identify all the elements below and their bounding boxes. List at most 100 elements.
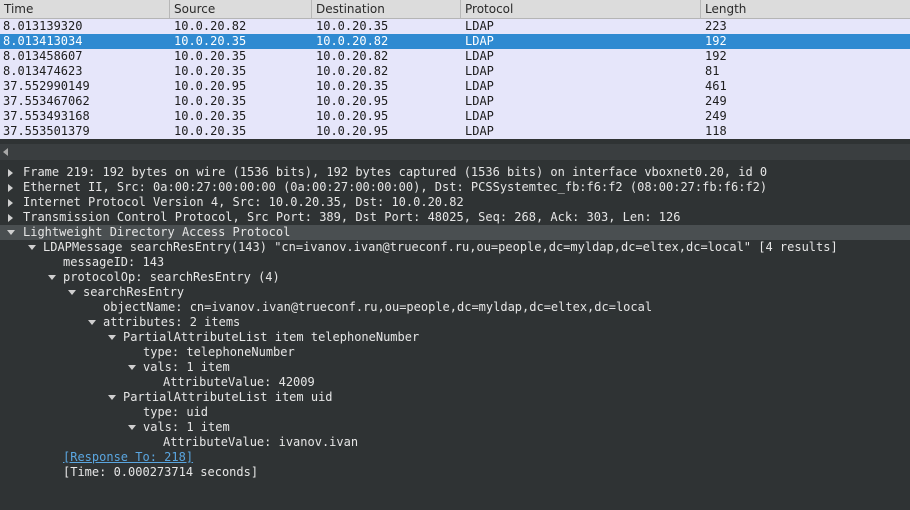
packet-row[interactable]: 37.552990149 10.0.20.95 10.0.20.35 LDAP … — [0, 79, 910, 94]
cell-source: 10.0.20.35 — [174, 49, 247, 63]
tree-node-label: PartialAttributeList item uid — [123, 390, 333, 404]
cell-length: 118 — [705, 124, 727, 138]
cell-destination: 10.0.20.82 — [316, 34, 389, 48]
response-to-link[interactable]: [Response To: 218] — [63, 450, 193, 465]
tree-node-attribute-type[interactable]: type: telephoneNumber — [0, 345, 295, 360]
collapse-arrow-icon[interactable] — [127, 420, 137, 435]
expand-arrow-icon[interactable] — [6, 210, 16, 225]
packet-row[interactable]: 8.013474623 10.0.20.35 10.0.20.82 LDAP 8… — [0, 64, 910, 79]
cell-time: 37.552990149 — [3, 79, 90, 93]
cell-destination: 10.0.20.95 — [316, 124, 389, 138]
tree-node-attribute-value[interactable]: AttributeValue: ivanov.ivan — [0, 435, 358, 450]
cell-length: 81 — [705, 64, 720, 78]
tree-node-label: attributes: 2 items — [103, 315, 241, 329]
tree-node-attribute-value[interactable]: AttributeValue: 42009 — [0, 375, 315, 390]
cell-length: 249 — [705, 109, 727, 123]
cell-protocol: LDAP — [465, 109, 494, 123]
tree-node-object-name[interactable]: objectName: cn=ivanov.ivan@trueconf.ru,o… — [0, 300, 652, 315]
tree-node-attribute-telephone[interactable]: PartialAttributeList item telephoneNumbe… — [0, 330, 419, 345]
tree-node-attributes[interactable]: attributes: 2 items — [0, 315, 240, 330]
collapse-arrow-icon[interactable] — [127, 360, 137, 375]
cell-time: 8.013458607 — [3, 49, 83, 63]
expand-arrow-icon[interactable] — [6, 165, 16, 180]
tree-node-label: vals: 1 item — [143, 420, 230, 434]
tree-node-protocol-op[interactable]: protocolOp: searchResEntry (4) — [0, 270, 280, 285]
cell-destination: 10.0.20.35 — [316, 19, 389, 33]
packet-row-selected[interactable]: 8.013413034 10.0.20.35 10.0.20.82 LDAP 1… — [0, 34, 910, 49]
packet-row[interactable]: 37.553467062 10.0.20.35 10.0.20.95 LDAP … — [0, 94, 910, 109]
column-header-source[interactable]: Source — [170, 0, 312, 18]
scroll-left-arrow-icon[interactable] — [3, 148, 8, 156]
tree-node-label: Transmission Control Protocol, Src Port:… — [23, 210, 681, 224]
packet-row[interactable]: 37.553501379 10.0.20.35 10.0.20.95 LDAP … — [0, 124, 910, 139]
tree-node-ldap-message[interactable]: LDAPMessage searchResEntry(143) "cn=ivan… — [0, 240, 838, 255]
tree-node-label: AttributeValue: ivanov.ivan — [163, 435, 359, 449]
packet-row[interactable]: 37.553493168 10.0.20.35 10.0.20.95 LDAP … — [0, 109, 910, 124]
collapse-arrow-icon[interactable] — [107, 330, 117, 345]
tree-node-label: Frame 219: 192 bytes on wire (1536 bits)… — [23, 165, 768, 179]
horizontal-scrollbar[interactable] — [0, 144, 910, 160]
packet-list-header: Time Source Destination Protocol Length — [0, 0, 910, 19]
tree-node-label: AttributeValue: 42009 — [163, 375, 315, 389]
tree-node-attribute-vals[interactable]: vals: 1 item — [0, 420, 230, 435]
cell-protocol: LDAP — [465, 79, 494, 93]
tree-node-label: Ethernet II, Src: 0a:00:27:00:00:00 (0a:… — [23, 180, 768, 194]
expand-arrow-icon[interactable] — [6, 180, 16, 195]
cell-protocol: LDAP — [465, 94, 494, 108]
column-header-length[interactable]: Length — [701, 0, 910, 18]
tree-node-label: LDAPMessage searchResEntry(143) "cn=ivan… — [43, 240, 838, 254]
cell-protocol: LDAP — [465, 49, 494, 63]
tree-node-tcp[interactable]: Transmission Control Protocol, Src Port:… — [0, 210, 680, 225]
tree-node-label: Lightweight Directory Access Protocol — [23, 225, 291, 239]
cell-protocol: LDAP — [465, 124, 494, 138]
cell-source: 10.0.20.95 — [174, 79, 247, 93]
cell-time: 8.013413034 — [3, 34, 83, 48]
collapse-arrow-icon[interactable] — [6, 225, 16, 240]
collapse-arrow-icon[interactable] — [87, 315, 97, 330]
cell-source: 10.0.20.35 — [174, 124, 247, 138]
packet-row[interactable]: 8.013458607 10.0.20.35 10.0.20.82 LDAP 1… — [0, 49, 910, 64]
tree-node-label: messageID: 143 — [63, 255, 165, 269]
column-header-protocol[interactable]: Protocol — [461, 0, 701, 18]
tree-node-label: PartialAttributeList item telephoneNumbe… — [123, 330, 420, 344]
cell-protocol: LDAP — [465, 64, 494, 78]
cell-time: 37.553501379 — [3, 124, 90, 138]
cell-protocol: LDAP — [465, 19, 494, 33]
packet-row[interactable]: 8.013139320 10.0.20.82 10.0.20.35 LDAP 2… — [0, 19, 910, 34]
tree-node-label: objectName: cn=ivanov.ivan@trueconf.ru,o… — [103, 300, 653, 314]
tree-node-message-id[interactable]: messageID: 143 — [0, 255, 164, 270]
tree-node-label: protocolOp: searchResEntry (4) — [63, 270, 280, 284]
tree-node-search-res-entry[interactable]: searchResEntry — [0, 285, 184, 300]
collapse-arrow-icon[interactable] — [107, 390, 117, 405]
cell-length: 461 — [705, 79, 727, 93]
tree-node-label: Internet Protocol Version 4, Src: 10.0.2… — [23, 195, 464, 209]
tree-node-time[interactable]: [Time: 0.000273714 seconds] — [0, 465, 258, 480]
tree-node-label: searchResEntry — [83, 285, 185, 299]
column-header-time[interactable]: Time — [0, 0, 170, 18]
tree-node-label: [Time: 0.000273714 seconds] — [63, 465, 259, 479]
cell-source: 10.0.20.35 — [174, 34, 247, 48]
cell-protocol: LDAP — [465, 34, 494, 48]
packet-list[interactable]: Time Source Destination Protocol Length … — [0, 0, 910, 139]
cell-source: 10.0.20.35 — [174, 64, 247, 78]
collapse-arrow-icon[interactable] — [67, 285, 77, 300]
expand-arrow-icon[interactable] — [6, 195, 16, 210]
collapse-arrow-icon[interactable] — [27, 240, 37, 255]
tree-node-attribute-vals[interactable]: vals: 1 item — [0, 360, 230, 375]
tree-node-frame[interactable]: Frame 219: 192 bytes on wire (1536 bits)… — [0, 165, 767, 180]
tree-node-attribute-uid[interactable]: PartialAttributeList item uid — [0, 390, 333, 405]
column-header-destination[interactable]: Destination — [312, 0, 461, 18]
cell-length: 192 — [705, 34, 727, 48]
cell-time: 8.013474623 — [3, 64, 83, 78]
tree-node-label: type: telephoneNumber — [143, 345, 295, 359]
tree-node-label: type: uid — [143, 405, 209, 419]
tree-node-label: vals: 1 item — [143, 360, 230, 374]
tree-node-ldap[interactable]: Lightweight Directory Access Protocol — [0, 225, 910, 240]
tree-node-attribute-type[interactable]: type: uid — [0, 405, 208, 420]
tree-node-ethernet[interactable]: Ethernet II, Src: 0a:00:27:00:00:00 (0a:… — [0, 180, 767, 195]
collapse-arrow-icon[interactable] — [47, 270, 57, 285]
packet-details-tree[interactable]: Frame 219: 192 bytes on wire (1536 bits)… — [0, 164, 910, 494]
tree-node-ip[interactable]: Internet Protocol Version 4, Src: 10.0.2… — [0, 195, 464, 210]
tree-node-response-to[interactable]: [Response To: 218] — [0, 450, 193, 465]
cell-destination: 10.0.20.82 — [316, 64, 389, 78]
